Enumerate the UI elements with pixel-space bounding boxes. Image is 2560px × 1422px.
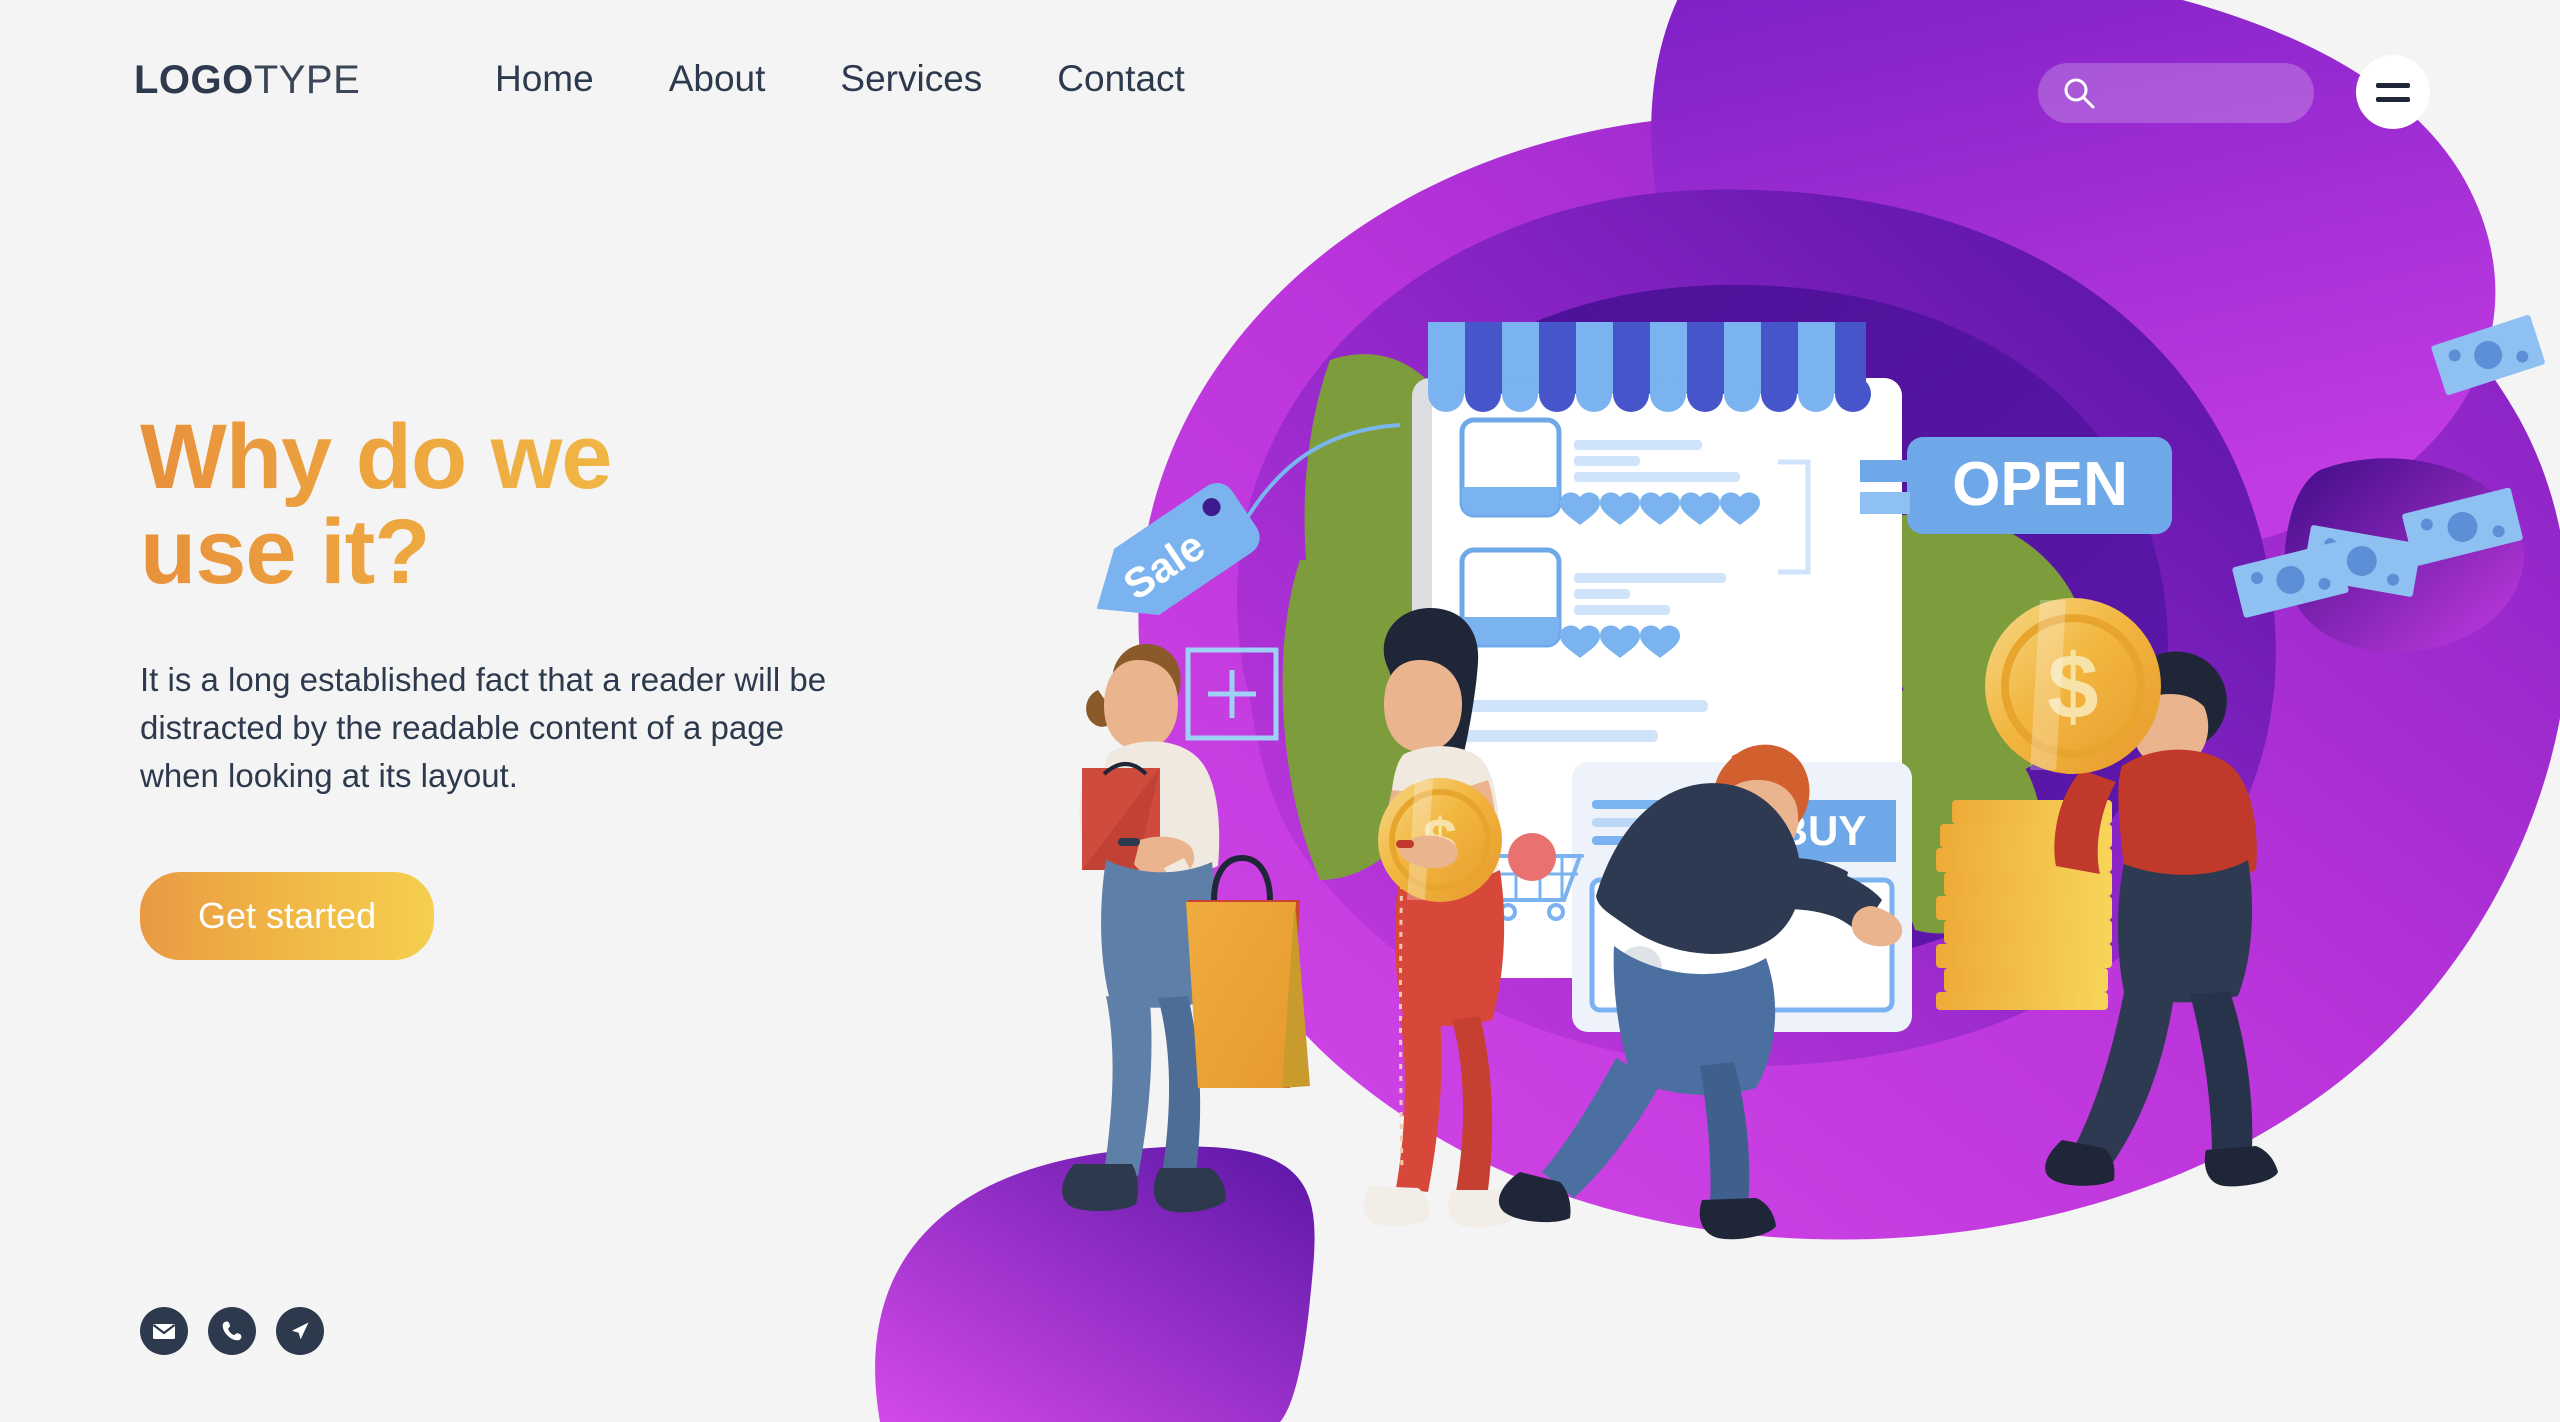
logo[interactable]: LOGOTYPE — [134, 60, 360, 100]
phone-icon — [222, 1321, 242, 1341]
logo-bold-part: LOGO — [134, 58, 254, 102]
get-started-button[interactable]: Get started — [140, 872, 435, 961]
social-link-phone[interactable] — [208, 1307, 256, 1355]
nav-item-about[interactable]: About — [669, 60, 766, 97]
nav-item-home[interactable]: Home — [495, 60, 594, 97]
hamburger-bar-top — [2376, 82, 2410, 88]
social-links — [140, 1307, 324, 1355]
logo-light-part: TYPE — [253, 58, 361, 102]
email-icon — [152, 1324, 176, 1339]
site-header: LOGOTYPE Home About Services Contact — [0, 0, 2560, 190]
landing-page: BUY OPEN Sale $ LOGOTYPE Home About Serv… — [0, 0, 2560, 1422]
hero-heading-line-2: use it? — [140, 500, 430, 603]
hero-content: Why do we use it? It is a long establish… — [140, 410, 900, 961]
search-box[interactable] — [2038, 63, 2314, 123]
hamburger-menu-button[interactable] — [2356, 55, 2430, 129]
hero-paragraph: It is a long established fact that a rea… — [140, 660, 827, 794]
page-title: Why do we use it? — [140, 410, 900, 600]
send-icon — [292, 1322, 309, 1340]
search-icon — [2064, 78, 2095, 109]
hamburger-bar-bottom — [2376, 96, 2410, 102]
nav-item-services[interactable]: Services — [840, 60, 982, 97]
nav-item-contact[interactable]: Contact — [1057, 60, 1185, 97]
rating-hearts-row2 — [1560, 625, 1680, 658]
social-link-send[interactable] — [276, 1307, 324, 1355]
open-sign-label: OPEN — [1952, 450, 2128, 519]
main-navigation: Home About Services Contact — [495, 60, 1185, 97]
hero-heading-line-1: Why do we — [140, 406, 612, 508]
social-link-email[interactable] — [140, 1307, 188, 1355]
